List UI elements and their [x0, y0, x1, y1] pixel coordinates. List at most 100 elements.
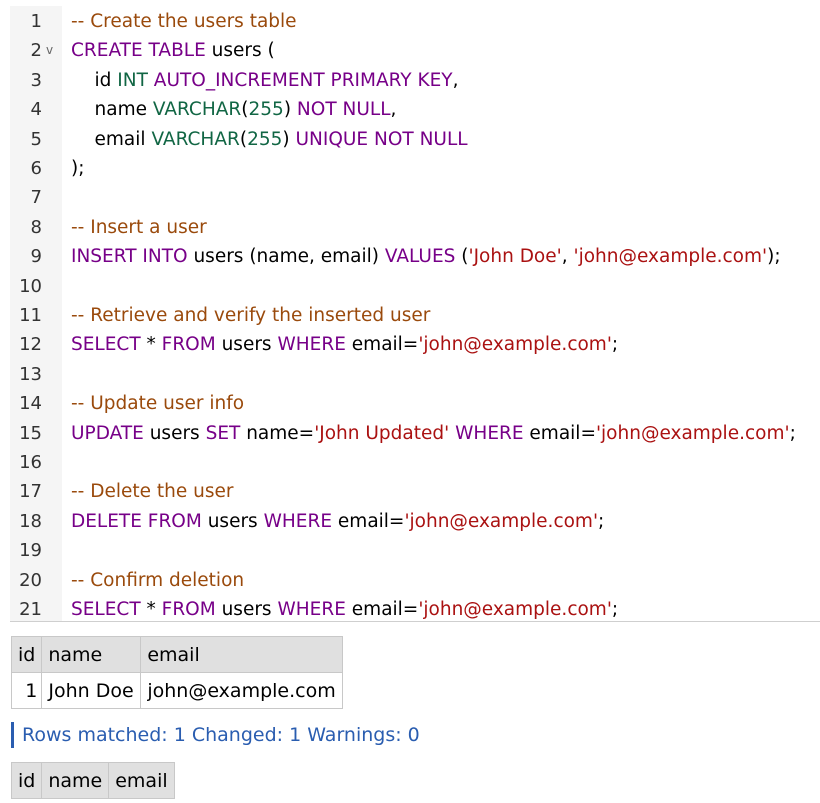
- token-plain: users: [215, 334, 278, 356]
- line-number: 15: [19, 422, 42, 444]
- line-number: 14: [19, 393, 42, 415]
- token-string: 'john@example.com': [573, 246, 768, 268]
- token-plain: );: [767, 246, 781, 268]
- line-number: 9: [30, 246, 42, 268]
- token-keyword: FROM: [161, 334, 216, 356]
- code-text: -- Create the users table: [71, 7, 297, 36]
- code-line[interactable]: 12 SELECT * FROM users WHERE email='john@…: [10, 330, 820, 359]
- token-keyword: DELETE FROM: [71, 510, 202, 532]
- line-number: 4: [30, 99, 42, 121]
- token-keyword: CREATE TABLE: [71, 40, 206, 62]
- token-keyword: VALUES: [384, 246, 456, 268]
- token-plain: ;: [598, 510, 605, 532]
- token-plain: ,: [390, 99, 397, 121]
- token-plain: name: [71, 99, 153, 121]
- token-comment: -- Create the users table: [71, 11, 297, 32]
- column-header-id: id: [10, 636, 43, 673]
- token-plain: email=: [345, 334, 419, 356]
- token-keyword: SELECT: [71, 334, 141, 356]
- line-number: 13: [19, 363, 42, 385]
- token-comment: -- Insert a user: [71, 216, 207, 238]
- update-status-message: Rows matched: 1 Changed: 1 Warnings: 0: [11, 722, 420, 748]
- code-line[interactable]: 14 -- Update user info: [10, 389, 820, 418]
- code-line[interactable]: 2 v CREATE TABLE users (: [10, 36, 820, 65]
- code-line[interactable]: 15 UPDATE users SET name='John Updated' W…: [10, 419, 820, 448]
- code-line[interactable]: 11 -- Retrieve and verify the inserted us…: [10, 301, 820, 330]
- line-number: 20: [19, 569, 42, 591]
- line-number: 5: [30, 128, 42, 150]
- code-line[interactable]: 7: [10, 183, 820, 212]
- token-type: INT: [117, 69, 148, 91]
- code-line[interactable]: 21 SELECT * FROM users WHERE email='john@…: [10, 595, 820, 621]
- token-keyword: SELECT: [71, 599, 141, 620]
- code-line[interactable]: 16: [10, 448, 820, 477]
- code-line[interactable]: 5 email VARCHAR(255) UNIQUE NOT NULL: [10, 125, 820, 154]
- token-type: 255: [248, 99, 284, 121]
- cell-email: john@example.com: [140, 672, 343, 709]
- line-number: 6: [30, 158, 42, 179]
- fold-chevron-icon[interactable]: v: [46, 36, 53, 65]
- code-line[interactable]: 8 -- Insert a user: [10, 213, 820, 242]
- token-comment: -- Confirm deletion: [71, 569, 245, 591]
- token-plain: );: [71, 158, 85, 179]
- token-plain: users: [143, 422, 206, 444]
- token-string: 'john@example.com': [418, 599, 612, 620]
- token-keyword: INSERT INTO: [71, 246, 188, 268]
- line-number: 12: [19, 334, 42, 356]
- token-plain: (: [241, 99, 249, 121]
- table-row: 1 John Doe john@example.com: [10, 672, 343, 709]
- token-plain: users (: [205, 40, 275, 62]
- code-line[interactable]: 20 -- Confirm deletion: [10, 566, 820, 595]
- code-line[interactable]: 17 -- Delete the user: [10, 477, 820, 506]
- token-plain: (: [455, 246, 469, 268]
- token-keyword: AUTO_INCREMENT PRIMARY KEY: [153, 69, 453, 91]
- code-text: name VARCHAR(255) NOT NULL,: [71, 95, 397, 124]
- token-type: 255: [247, 128, 283, 150]
- column-header-name: name: [41, 636, 142, 673]
- token-plain: ;: [789, 422, 796, 444]
- code-text: -- Update user info: [71, 389, 244, 418]
- code-line[interactable]: 4 name VARCHAR(255) NOT NULL,: [10, 95, 820, 124]
- token-type: VARCHAR: [151, 128, 240, 150]
- code-line[interactable]: 1 -- Create the users table: [10, 7, 820, 36]
- code-text: );: [71, 154, 84, 183]
- cell-name: John Doe: [41, 672, 142, 709]
- code-text: SELECT * FROM users WHERE email='john@ex…: [71, 330, 618, 359]
- column-header-email: email: [108, 762, 175, 799]
- token-plain: email=: [345, 599, 419, 620]
- sql-editor[interactable]: 1 -- Create the users table 2 v CREATE TABLE…: [10, 6, 820, 622]
- token-string: 'john@example.com': [595, 422, 790, 444]
- code-text: id INT AUTO_INCREMENT PRIMARY KEY,: [71, 66, 459, 95]
- token-plain: users: [215, 599, 278, 620]
- line-number: 17: [19, 481, 42, 503]
- code-text: -- Insert a user: [71, 213, 207, 242]
- token-plain: email: [71, 128, 152, 150]
- code-line[interactable]: 19: [10, 536, 820, 565]
- code-line[interactable]: 18 DELETE FROM users WHERE email='john@ex…: [10, 507, 820, 536]
- token-string: 'john@example.com': [418, 334, 612, 356]
- code-line[interactable]: 13: [10, 360, 820, 389]
- result-table-empty: id name email: [10, 762, 175, 799]
- token-keyword: FROM: [161, 599, 216, 620]
- code-line[interactable]: 9 INSERT INTO users (name, email) VALUES …: [10, 242, 820, 271]
- line-number: 3: [30, 69, 42, 91]
- token-keyword: WHERE: [263, 510, 333, 532]
- token-plain: email=: [332, 510, 405, 532]
- token-plain: ;: [611, 334, 619, 356]
- token-comment: -- Update user info: [71, 393, 245, 415]
- token-type: VARCHAR: [152, 99, 242, 121]
- token-plain: ;: [611, 599, 619, 620]
- table-header-row: id name email: [10, 636, 343, 673]
- code-line[interactable]: 10: [10, 272, 820, 301]
- cell-id: 1: [10, 672, 43, 709]
- token-string: 'john@example.com': [404, 510, 599, 532]
- code-line[interactable]: 6);: [10, 154, 820, 183]
- code-text: -- Delete the user: [71, 477, 234, 506]
- code-line[interactable]: 3 id INT AUTO_INCREMENT PRIMARY KEY,: [10, 66, 820, 95]
- token-keyword: WHERE: [455, 422, 524, 444]
- line-number: 1: [30, 11, 42, 32]
- token-plain: ,: [452, 69, 459, 91]
- token-string: 'John Updated': [314, 422, 450, 444]
- line-number: 16: [19, 452, 42, 473]
- token-plain: ,: [561, 246, 574, 268]
